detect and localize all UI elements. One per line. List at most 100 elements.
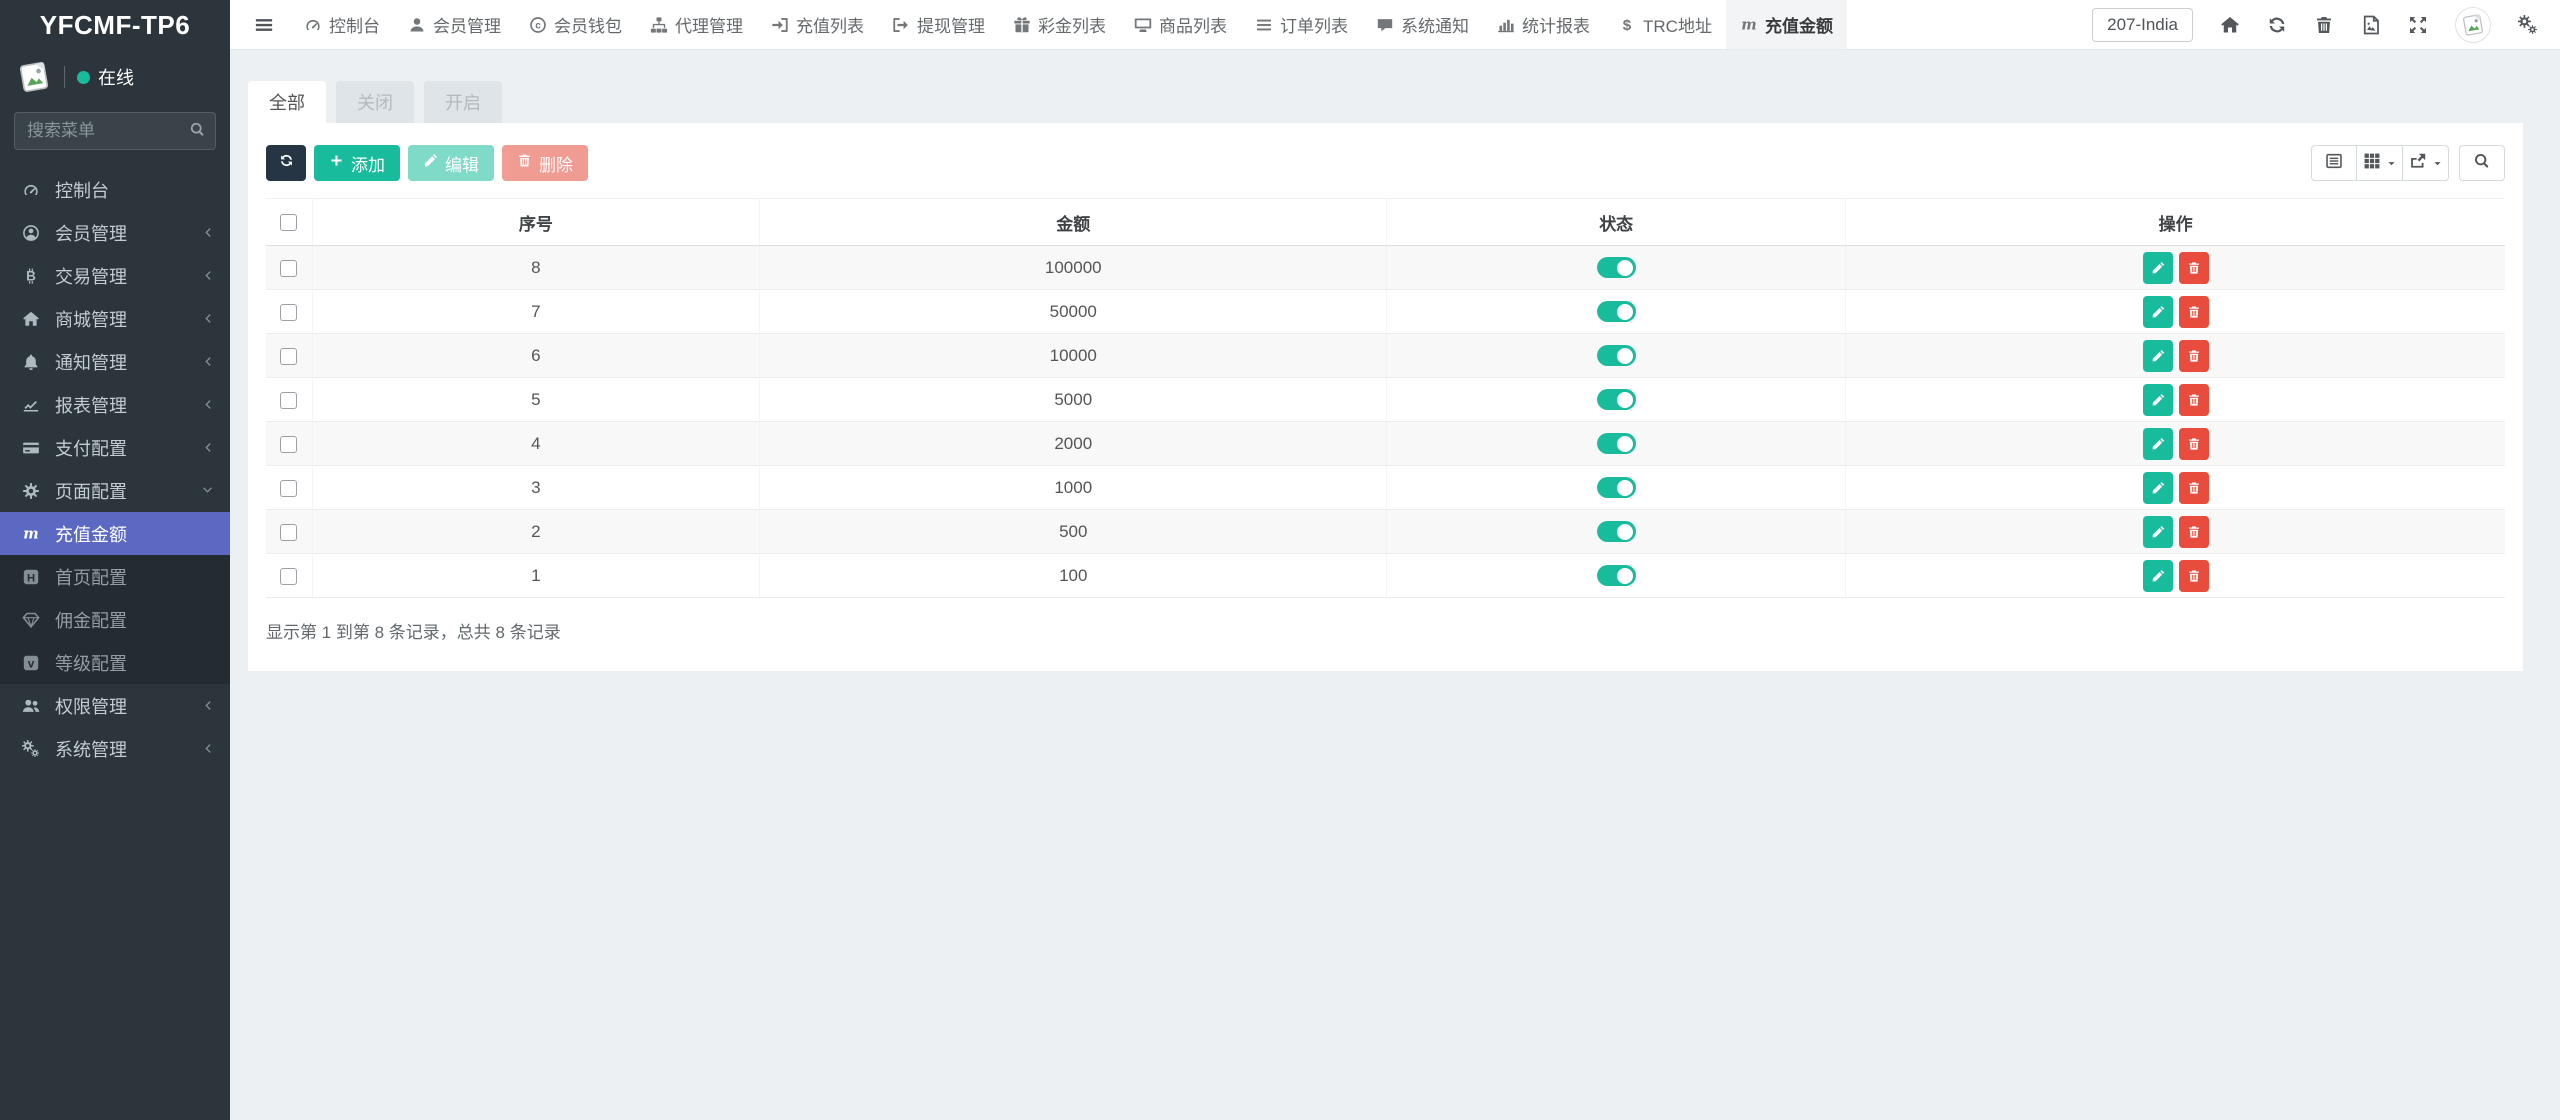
row-edit-button[interactable] (2143, 296, 2173, 328)
tab-all[interactable]: 全部 (248, 81, 326, 123)
status-toggle[interactable] (1597, 521, 1636, 542)
row-checkbox[interactable] (280, 260, 297, 277)
nav-item-dollar[interactable]: $TRC地址 (1604, 0, 1726, 49)
nav-item-user[interactable]: 会员管理 (394, 0, 515, 49)
nav-item-coin[interactable]: c会员钱包 (515, 0, 636, 49)
toggle-knob (1617, 568, 1633, 584)
add-button[interactable]: 添加 (314, 145, 400, 181)
row-delete-button[interactable] (2179, 252, 2209, 284)
refresh-button[interactable] (266, 145, 306, 181)
status-toggle[interactable] (1597, 345, 1636, 366)
sidebar-item-credit-card[interactable]: 支付配置 (0, 426, 230, 469)
row-checkbox[interactable] (280, 568, 297, 585)
trash-icon[interactable] (2314, 15, 2334, 35)
row-edit-button[interactable] (2143, 516, 2173, 548)
row-edit-button[interactable] (2143, 560, 2173, 592)
pencil-icon (423, 153, 438, 173)
online-status-label: 在线 (98, 64, 134, 90)
row-checkbox[interactable] (280, 436, 297, 453)
row-edit-button[interactable] (2143, 384, 2173, 416)
nav-item-comment[interactable]: 系统通知 (1362, 0, 1483, 49)
fullscreen-icon[interactable] (2408, 15, 2428, 35)
home-icon[interactable] (2220, 15, 2240, 35)
search-toggle-button[interactable] (2459, 145, 2505, 181)
sidebar-item-letter-v[interactable]: v等级配置 (0, 641, 230, 684)
gem-icon (22, 611, 50, 629)
export-button[interactable] (2403, 145, 2449, 181)
row-edit-button[interactable] (2143, 428, 2173, 460)
sidebar-item-gauge[interactable]: 控制台 (0, 168, 230, 211)
settings-gears-icon[interactable] (2518, 15, 2538, 35)
status-toggle[interactable] (1597, 477, 1636, 498)
chevron-left-icon (201, 441, 214, 454)
sidebar-item-gears[interactable]: 系统管理 (0, 727, 230, 770)
row-delete-button[interactable] (2179, 340, 2209, 372)
status-toggle[interactable] (1597, 433, 1636, 454)
row-delete-button[interactable] (2179, 428, 2209, 460)
edit-button[interactable]: 编辑 (408, 145, 494, 181)
table-header-row: 序号 金额 状态 操作 (266, 199, 2505, 246)
sidebar-item-label: 交易管理 (55, 263, 201, 289)
sidebar-item-users[interactable]: 权限管理 (0, 684, 230, 727)
detail-view-button[interactable] (2311, 145, 2357, 181)
delete-button[interactable]: 删除 (502, 145, 588, 181)
sidebar-item-chart-line[interactable]: 报表管理 (0, 383, 230, 426)
row-checkbox[interactable] (280, 480, 297, 497)
row-checkbox[interactable] (280, 392, 297, 409)
row-checkbox[interactable] (280, 348, 297, 365)
nav-item-letter-m[interactable]: m充值金额 (1726, 0, 1847, 49)
svg-text:v: v (28, 656, 35, 670)
row-delete-button[interactable] (2179, 472, 2209, 504)
status-toggle[interactable] (1597, 389, 1636, 410)
header-serial: 序号 (312, 199, 760, 246)
sidebar-item-circle-user[interactable]: 会员管理 (0, 211, 230, 254)
sidebar-item-bell[interactable]: 通知管理 (0, 340, 230, 383)
row-checkbox[interactable] (280, 524, 297, 541)
sidebar-item-home[interactable]: 商城管理 (0, 297, 230, 340)
status-toggle[interactable] (1597, 301, 1636, 322)
table-row: 1100 (266, 554, 2505, 598)
nav-item-chart-bar[interactable]: 统计报表 (1483, 0, 1604, 49)
toggle-knob (1617, 304, 1633, 320)
tab-closed[interactable]: 关闭 (336, 81, 414, 123)
header-actions: 操作 (1846, 199, 2505, 246)
row-edit-button[interactable] (2143, 472, 2173, 504)
nav-item-sitemap[interactable]: 代理管理 (636, 0, 757, 49)
status-toggle[interactable] (1597, 565, 1636, 586)
nav-item-gift[interactable]: 彩金列表 (999, 0, 1120, 49)
row-delete-button[interactable] (2179, 296, 2209, 328)
region-button[interactable]: 207-India (2092, 8, 2193, 42)
sidebar-item-bitcoin[interactable]: B交易管理 (0, 254, 230, 297)
row-delete-button[interactable] (2179, 384, 2209, 416)
sidebar-item-gear[interactable]: 页面配置 (0, 469, 230, 512)
user-avatar[interactable] (2455, 7, 2491, 43)
columns-button[interactable] (2357, 145, 2403, 181)
nav-item-sign-out[interactable]: 提现管理 (878, 0, 999, 49)
row-delete-button[interactable] (2179, 560, 2209, 592)
table-row: 610000 (266, 334, 2505, 378)
nav-item-sign-in[interactable]: 充值列表 (757, 0, 878, 49)
row-edit-button[interactable] (2143, 252, 2173, 284)
tab-open[interactable]: 开启 (424, 81, 502, 123)
select-all-checkbox[interactable] (280, 214, 297, 231)
table-row: 31000 (266, 466, 2505, 510)
row-edit-button[interactable] (2143, 340, 2173, 372)
table-toolbar: 添加 编辑 删除 (266, 145, 2505, 181)
nav-item-gauge[interactable]: 控制台 (290, 0, 394, 49)
nav-item-desktop[interactable]: 商品列表 (1120, 0, 1241, 49)
sidebar-item-letter-h[interactable]: H首页配置 (0, 555, 230, 598)
caret-down-icon (2386, 158, 2397, 169)
avatar[interactable] (14, 57, 54, 97)
nav-item-list-lines[interactable]: 订单列表 (1241, 0, 1362, 49)
status-toggle[interactable] (1597, 257, 1636, 278)
detail-view-icon (2325, 152, 2343, 175)
refresh-icon[interactable] (2267, 15, 2287, 35)
file-image-icon[interactable] (2361, 15, 2381, 35)
row-checkbox[interactable] (280, 304, 297, 321)
chevron-left-icon (201, 226, 214, 239)
sidebar-item-gem[interactable]: 佣金配置 (0, 598, 230, 641)
sidebar-toggle-icon[interactable] (246, 9, 282, 41)
sidebar-item-letter-m[interactable]: m充值金额 (0, 512, 230, 555)
search-input[interactable] (14, 112, 216, 150)
row-delete-button[interactable] (2179, 516, 2209, 548)
